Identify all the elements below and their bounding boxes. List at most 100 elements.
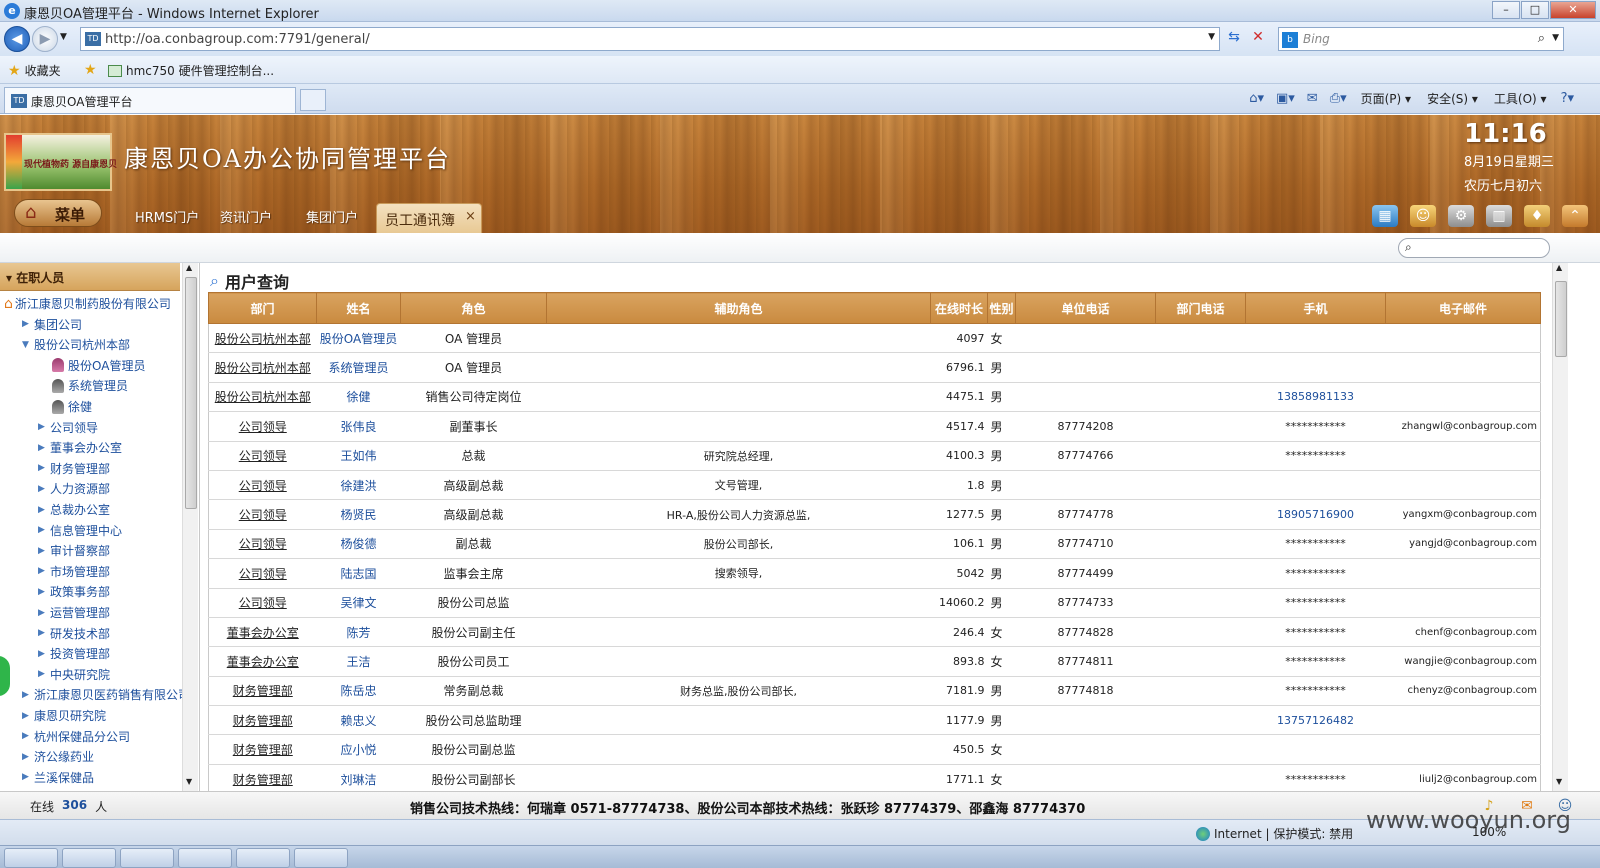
scroll-down-arrow-icon[interactable]: ▼ (186, 777, 192, 786)
table-row[interactable]: 财务管理部 刘琳洁 股份公司副部长 1771.1 女 *********** liulj2@… (208, 764, 1541, 795)
mail-icon[interactable]: ✉ (1307, 91, 1318, 106)
maximize-button[interactable]: □ (1521, 1, 1549, 19)
cell-name[interactable]: 吴律文 (316, 588, 401, 618)
tab-staff-directory[interactable]: 员工通讯簿 × (376, 203, 482, 233)
page-menu[interactable]: 页面(P) ▾ (1361, 90, 1411, 107)
history-dropdown-icon[interactable]: ▼ (60, 32, 67, 42)
col-header[interactable]: 单位电话 (1015, 292, 1156, 324)
tab-hrms-portal[interactable]: HRMS门户 (135, 207, 199, 226)
print-icon[interactable]: ⎙▾ (1330, 91, 1347, 106)
online-count[interactable]: 306 (62, 798, 87, 815)
safety-menu[interactable]: 安全(S) ▾ (1427, 90, 1478, 107)
table-row[interactable]: 公司领导 张伟良 副董事长 4517.4 男 87774208 *********** zha… (208, 411, 1541, 442)
collapse-up-icon[interactable]: ⌃ (1562, 205, 1588, 227)
col-header[interactable]: 在线时长 (930, 292, 988, 324)
sidebar-tree-item[interactable]: ⌂ 浙江康恩贝制药股份有限公司 (4, 295, 171, 312)
cell-department[interactable]: 公司领导 (208, 529, 317, 560)
taskbar-button[interactable] (178, 848, 232, 868)
cell-department[interactable]: 股份公司杭州本部 (208, 382, 317, 413)
sidebar-tree-item[interactable]: ▼ 股份公司杭州本部 (22, 336, 130, 353)
add-favorite-button[interactable]: ★ (84, 62, 101, 78)
browser-tab[interactable]: TD 康恩贝OA管理平台 (4, 87, 296, 113)
apps-icon[interactable]: ▦ (1372, 205, 1398, 227)
col-header[interactable]: 部门 (208, 292, 317, 324)
sidebar-tree-item[interactable]: ▶ 公司领导 (38, 419, 98, 436)
sidebar-tree-item[interactable]: ▶ 财务管理部 (38, 460, 110, 477)
tools-menu[interactable]: 工具(O) ▾ (1494, 90, 1547, 107)
cell-name[interactable]: 刘琳洁 (316, 764, 401, 795)
cell-name[interactable]: 王如伟 (316, 441, 401, 471)
sidebar-header[interactable]: ▾ 在职人员 (0, 263, 180, 291)
quick-search-input[interactable]: ⌕ (1398, 238, 1550, 258)
cell-name[interactable]: 张伟良 (316, 411, 401, 442)
cell-name[interactable]: 杨俊德 (316, 529, 401, 560)
cell-name[interactable]: 系统管理员 (316, 352, 401, 383)
sidebar-tree-item[interactable]: ▶ 运营管理部 (38, 604, 110, 621)
table-row[interactable]: 公司领导 徐建洪 高级副总裁 文号管理, 1.8 男 (208, 470, 1541, 501)
help-icon[interactable]: ?▾ (1561, 91, 1574, 106)
cell-name[interactable]: 股份OA管理员 (316, 323, 401, 354)
sidebar-tree-item[interactable]: 股份OA管理员 (52, 357, 145, 374)
cell-name[interactable]: 陈岳忠 (316, 676, 401, 707)
table-row[interactable]: 董事会办公室 王洁 股份公司员工 893.8 女 87774811 *********** w… (208, 646, 1541, 677)
col-header[interactable]: 辅助角色 (546, 292, 931, 324)
sidebar-tree-item[interactable]: ▶ 信息管理中心 (38, 522, 122, 539)
sidebar-tree-item[interactable]: ▶ 市场管理部 (38, 563, 110, 580)
sidebar-tree-item[interactable]: ▶ 康恩贝研究院 (22, 707, 106, 724)
scroll-down-arrow-icon[interactable]: ▼ (1556, 777, 1562, 786)
sidebar-tree-item[interactable]: ▶ 杭州保健品分公司 (22, 728, 130, 745)
table-row[interactable]: 公司领导 杨贤民 高级副总裁 HR-A,股份公司人力资源总监, 1277.5 男 87774… (208, 499, 1541, 530)
cell-department[interactable]: 公司领导 (208, 441, 317, 471)
table-row[interactable]: 公司领导 王如伟 总裁 研究院总经理, 4100.3 男 87774766 *********… (208, 441, 1541, 471)
search-input[interactable]: b Bing ⌕ ▼ (1278, 27, 1564, 51)
security-zone[interactable]: Internet | 保护模式: 禁用 (1196, 825, 1353, 842)
sidebar-tree-item[interactable]: ▶ 审计督察部 (38, 542, 110, 559)
taskbar-button[interactable] (62, 848, 116, 868)
settings-gear-icon[interactable]: ⚙ (1448, 205, 1474, 227)
table-row[interactable]: 董事会办公室 陈芳 股份公司副主任 246.4 女 87774828 ***********… (208, 617, 1541, 648)
cell-department[interactable]: 公司领导 (208, 470, 317, 501)
scroll-up-arrow-icon[interactable]: ▲ (1556, 263, 1562, 272)
sidebar-tree-item[interactable]: ▶ 投资管理部 (38, 645, 110, 662)
cell-department[interactable]: 财务管理部 (208, 764, 317, 795)
feeds-icon[interactable]: ▣▾ (1276, 91, 1295, 106)
favorite-link-hmc750[interactable]: hmc750 硬件管理控制台... (108, 62, 274, 79)
table-row[interactable]: 股份公司杭州本部 系统管理员 OA 管理员 6796.1 男 (208, 352, 1541, 383)
bulb-icon[interactable]: ♦ (1524, 205, 1550, 227)
col-header[interactable]: 手机 (1245, 292, 1386, 324)
sidebar-scrollbar[interactable]: ▲ ▼ (182, 263, 198, 791)
cell-name[interactable]: 陈芳 (316, 617, 401, 648)
cell-department[interactable]: 公司领导 (208, 588, 317, 618)
sidebar-tree-item[interactable]: ▶ 中央研究院 (38, 666, 110, 683)
sidebar-tree-item[interactable]: ▶ 人力资源部 (38, 480, 110, 497)
table-row[interactable]: 股份公司杭州本部 徐健 销售公司待定岗位 4475.1 男 13858981133 (208, 382, 1541, 413)
cell-name[interactable]: 王洁 (316, 646, 401, 677)
url-dropdown-icon[interactable]: ▼ (1208, 32, 1215, 42)
cell-department[interactable]: 财务管理部 (208, 676, 317, 707)
favorites-button[interactable]: ★ 收藏夹 (8, 62, 61, 79)
cell-name[interactable]: 徐建洪 (316, 470, 401, 501)
taskbar-button[interactable] (120, 848, 174, 868)
cell-department[interactable]: 股份公司杭州本部 (208, 352, 317, 383)
cell-department[interactable]: 董事会办公室 (208, 617, 317, 648)
col-header[interactable]: 性别 (987, 292, 1016, 324)
cell-name[interactable]: 陆志国 (316, 558, 401, 589)
cell-department[interactable]: 财务管理部 (208, 734, 317, 765)
sidebar-tree-item[interactable]: ▶ 集团公司 (22, 316, 82, 333)
scroll-thumb[interactable] (1555, 281, 1567, 357)
search-dropdown-icon[interactable]: ▼ (1552, 33, 1559, 43)
table-row[interactable]: 财务管理部 应小悦 股份公司副总监 450.5 女 (208, 734, 1541, 765)
table-row[interactable]: 公司领导 吴律文 股份公司总监 14060.2 男 87774733 *********** (208, 588, 1541, 618)
new-tab-button[interactable] (300, 89, 326, 111)
sidebar-tree-item[interactable]: 系统管理员 (52, 377, 128, 394)
forward-button[interactable]: ▶ (32, 26, 58, 52)
cell-department[interactable]: 董事会办公室 (208, 646, 317, 677)
cell-department[interactable]: 股份公司杭州本部 (208, 323, 317, 354)
table-row[interactable]: 股份公司杭州本部 股份OA管理员 OA 管理员 4097 女 (208, 323, 1541, 354)
scroll-up-arrow-icon[interactable]: ▲ (186, 263, 192, 272)
main-scrollbar[interactable]: ▲ ▼ (1552, 263, 1568, 791)
taskbar-button[interactable] (294, 848, 348, 868)
minimize-button[interactable]: – (1492, 1, 1520, 19)
sidebar-tree-item[interactable]: ▶ 总裁办公室 (38, 501, 110, 518)
cell-department[interactable]: 公司领导 (208, 499, 317, 530)
